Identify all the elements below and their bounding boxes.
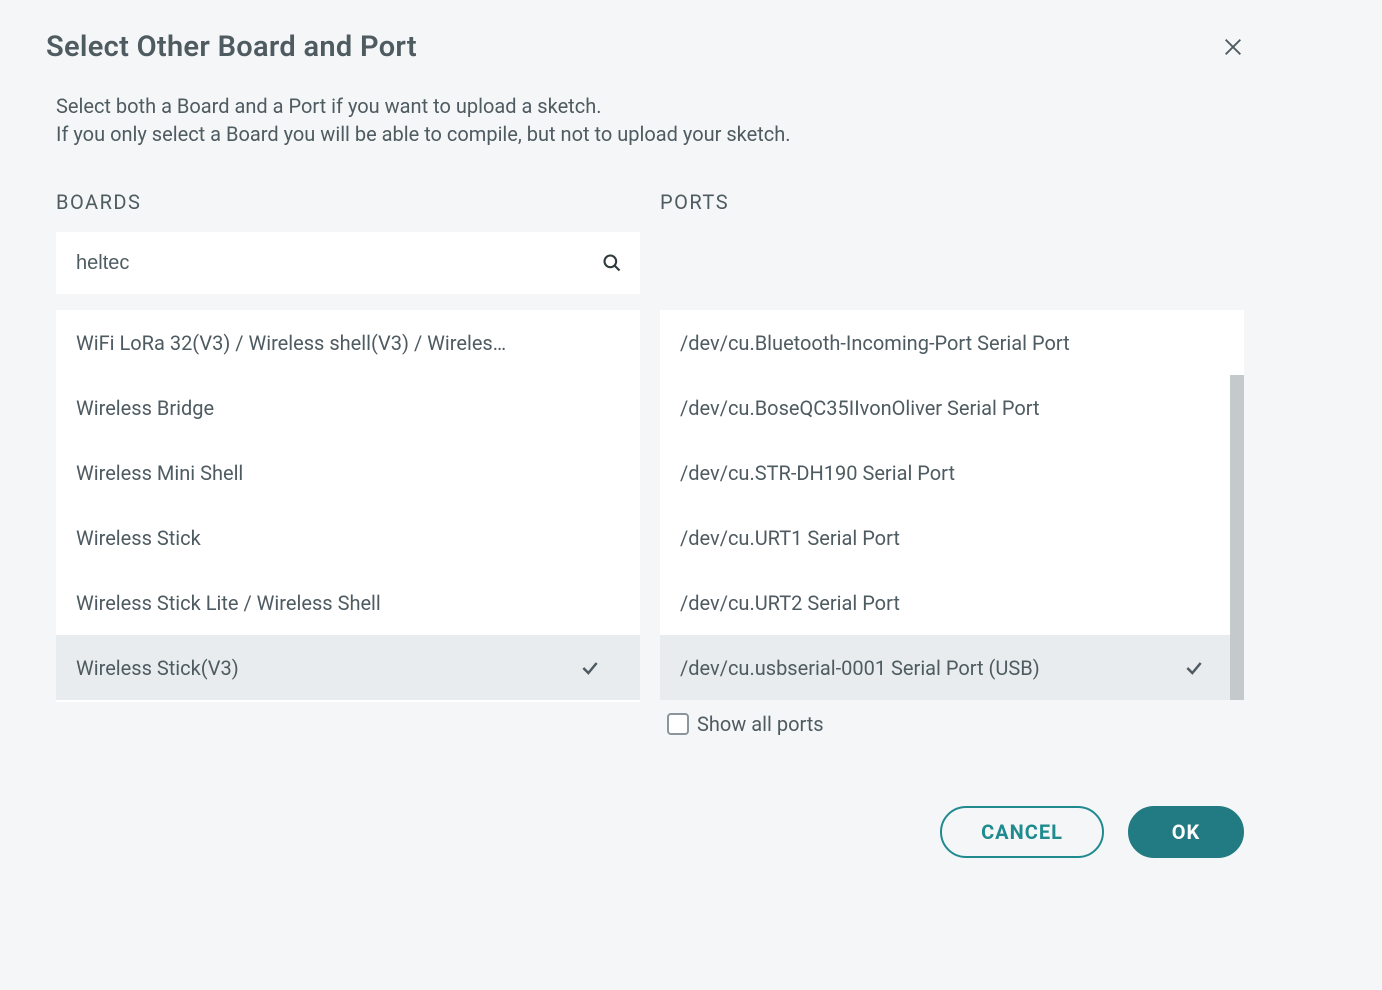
port-item-label: /dev/cu.URT2 Serial Port bbox=[680, 591, 900, 615]
port-item[interactable]: /dev/cu.URT1 Serial Port bbox=[660, 505, 1244, 570]
description-line-1: Select both a Board and a Port if you wa… bbox=[56, 92, 1244, 120]
board-item-label: Wireless Stick Lite / Wireless Shell bbox=[76, 591, 381, 615]
ok-button[interactable]: OK bbox=[1128, 806, 1244, 858]
ports-scrollbar[interactable] bbox=[1230, 375, 1244, 700]
board-item-label: Wireless Stick bbox=[76, 526, 201, 550]
port-item[interactable]: /dev/cu.Bluetooth-Incoming-Port Serial P… bbox=[660, 310, 1244, 375]
cancel-button[interactable]: CANCEL bbox=[940, 806, 1104, 858]
board-item-label: WiFi LoRa 32(V3) / Wireless shell(V3) / … bbox=[76, 331, 506, 355]
port-item[interactable]: /dev/cu.usbserial-0001 Serial Port (USB) bbox=[660, 635, 1244, 700]
check-icon bbox=[1184, 658, 1204, 678]
close-icon[interactable] bbox=[1222, 36, 1244, 58]
port-item-label: /dev/cu.BoseQC35IIvonOliver Serial Port bbox=[680, 396, 1040, 420]
boards-list[interactable]: WiFi LoRa 32(V3) / Wireless shell(V3) / … bbox=[56, 310, 640, 702]
board-item[interactable]: Wireless Mini Shell bbox=[56, 440, 640, 505]
port-item-label: /dev/cu.usbserial-0001 Serial Port (USB) bbox=[680, 656, 1040, 680]
board-item-label: Wireless Mini Shell bbox=[76, 461, 243, 485]
board-search-input[interactable] bbox=[56, 232, 640, 294]
board-item[interactable]: Wireless Stick Lite / Wireless Shell bbox=[56, 570, 640, 635]
ports-list[interactable]: /dev/cu.Bluetooth-Incoming-Port Serial P… bbox=[660, 310, 1244, 700]
check-icon bbox=[580, 658, 600, 678]
board-item-label: Wireless Bridge bbox=[76, 396, 214, 420]
board-item[interactable]: Wireless Stick bbox=[56, 505, 640, 570]
board-item[interactable]: WiFi LoRa 32(V3) / Wireless shell(V3) / … bbox=[56, 310, 640, 375]
port-item-label: /dev/cu.STR-DH190 Serial Port bbox=[680, 461, 955, 485]
port-item[interactable]: /dev/cu.BoseQC35IIvonOliver Serial Port bbox=[660, 375, 1244, 440]
search-icon bbox=[602, 253, 622, 273]
port-item[interactable]: /dev/cu.URT2 Serial Port bbox=[660, 570, 1244, 635]
board-item[interactable]: Wireless Bridge bbox=[56, 375, 640, 440]
board-search-wrap bbox=[56, 232, 640, 294]
boards-heading: BOARDS bbox=[56, 190, 640, 214]
ports-column: PORTS /dev/cu.Bluetooth-Incoming-Port Se… bbox=[660, 190, 1244, 736]
dialog-title: Select Other Board and Port bbox=[46, 30, 417, 64]
board-item-label: Wireless Stick(V3) bbox=[76, 656, 239, 680]
board-item[interactable]: Wireless Stick(V3) bbox=[56, 635, 640, 700]
port-item-label: /dev/cu.Bluetooth-Incoming-Port Serial P… bbox=[680, 331, 1070, 355]
description-line-2: If you only select a Board you will be a… bbox=[56, 120, 1244, 148]
dialog-description: Select both a Board and a Port if you wa… bbox=[46, 92, 1244, 148]
ports-heading: PORTS bbox=[660, 190, 1244, 214]
boards-column: BOARDS WiFi LoRa 32(V3) / Wireless shell… bbox=[56, 190, 640, 736]
port-item-label: /dev/cu.URT1 Serial Port bbox=[680, 526, 900, 550]
show-all-ports-checkbox[interactable] bbox=[667, 713, 689, 735]
port-item[interactable]: /dev/cu.STR-DH190 Serial Port bbox=[660, 440, 1244, 505]
show-all-ports-label: Show all ports bbox=[697, 712, 824, 736]
